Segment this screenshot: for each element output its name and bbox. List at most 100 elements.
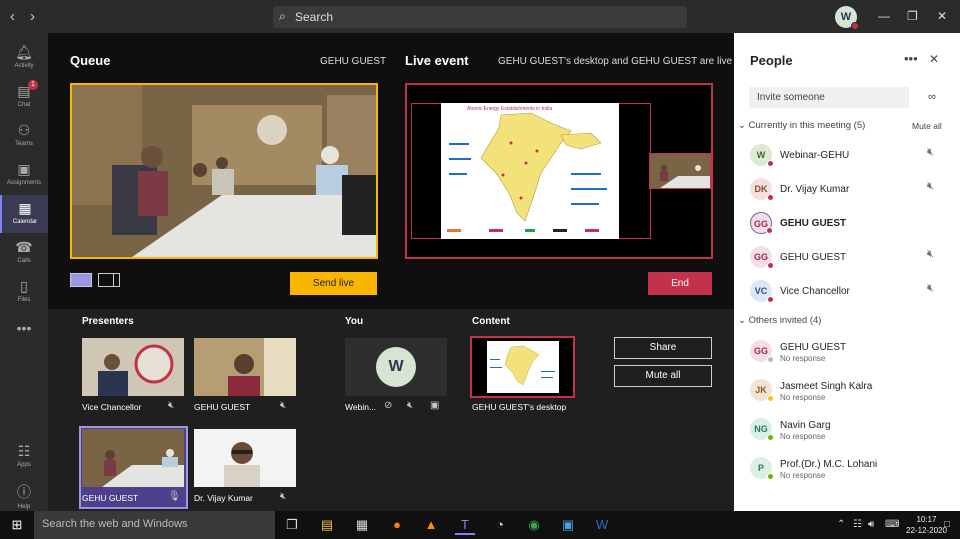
participant-row[interactable]: DK Dr. Vijay Kumar 🔇︎ [734, 174, 960, 208]
live-video[interactable]: Atomic Energy Establishments in India [405, 83, 713, 259]
more-options-icon[interactable]: ••• [904, 51, 918, 66]
input-icon[interactable]: ⌨ [885, 519, 899, 530]
mic-off-icon[interactable]: 🔇︎ [927, 248, 934, 261]
store-icon[interactable]: ▦ [352, 515, 372, 535]
participant-row[interactable]: W Webinar-GEHU 🔇︎ [734, 140, 960, 174]
rail-item-assignments[interactable]: ▣ Assignments [0, 156, 48, 194]
mic-off-icon[interactable]: 🔇︎ [927, 146, 934, 159]
network-icon[interactable]: ☷ [853, 519, 862, 530]
mic-off-icon[interactable]: 🔇︎ [407, 400, 413, 411]
help-icon: ⓘ [17, 484, 31, 500]
restore-icon[interactable]: ❐ [907, 9, 918, 23]
status-dot [767, 356, 774, 363]
status-dot [767, 395, 774, 402]
current-group-header[interactable]: ⌄ Currently in this meeting (5) [738, 120, 865, 131]
presenters-title: Presenters [82, 316, 134, 327]
notification-icon[interactable]: □ [944, 519, 950, 530]
volume-icon[interactable]: 🔊︎ [868, 519, 874, 530]
invited-row[interactable]: NG Navin Garg No response [734, 414, 960, 448]
rail-more-icon[interactable]: ••• [0, 315, 48, 339]
invited-name: Jasmeet Singh Kalra [780, 381, 873, 392]
camera-off-icon[interactable]: ⊘ [384, 400, 392, 411]
panel-mute-all-link[interactable]: Mute all [912, 121, 942, 131]
tray-chevron-icon[interactable]: ⌃ [837, 519, 845, 530]
app-window-icon[interactable]: ▣ [558, 515, 578, 535]
content-tile[interactable] [470, 336, 575, 398]
forward-arrow-icon[interactable]: › [30, 8, 35, 25]
avatar: GG [750, 246, 774, 269]
status-dot [767, 473, 774, 480]
participant-row[interactable]: GG GEHU GUEST [734, 208, 960, 242]
participant-name: Vice Chancellor [780, 286, 850, 297]
windows-start-icon[interactable]: ⊞ [7, 515, 27, 535]
app-icon[interactable]: ◔ [490, 515, 510, 535]
close-icon[interactable]: ✕ [929, 52, 939, 66]
file-explorer-icon[interactable]: ▤ [317, 515, 337, 535]
invited-row[interactable]: P Prof.(Dr.) M.C. Lohani No response [734, 453, 960, 487]
send-live-button[interactable]: Send live [290, 272, 377, 295]
teams-taskbar-icon[interactable]: T [455, 515, 475, 535]
mute-all-button[interactable]: Mute all [614, 365, 712, 387]
rail-item-teams[interactable]: ⚇ Teams [0, 117, 48, 155]
rail-item-calendar[interactable]: ▦ Calendar [0, 195, 48, 233]
rail-item-apps[interactable]: ☷ Apps [0, 438, 48, 476]
content-title: Content [472, 316, 510, 327]
presenter-name: GEHU GUEST [82, 493, 139, 503]
taskbar-search-input[interactable]: Search the web and Windows [34, 511, 275, 539]
invited-row[interactable]: JK Jasmeet Singh Kalra No response [734, 375, 960, 409]
avatar: JK [750, 379, 774, 402]
layout-single-button[interactable] [70, 273, 92, 287]
invited-name: GEHU GUEST [780, 342, 847, 353]
presenter-name: Vice Chancellor [82, 402, 142, 412]
word-icon[interactable]: W [592, 515, 612, 535]
minimize-icon[interactable]: — [878, 9, 890, 23]
avatar-initial: W [840, 11, 852, 23]
back-arrow-icon[interactable]: ‹ [10, 8, 15, 25]
rail-item-chat[interactable]: ▤ Chat 1 [0, 78, 48, 116]
chrome-icon[interactable]: ◉ [524, 515, 544, 535]
people-title: People [750, 53, 793, 68]
mic-off-icon[interactable]: 🔇︎ [927, 180, 934, 193]
task-view-icon[interactable]: ❐ [282, 515, 302, 535]
app-rail: 🔔︎ Activity ▤ Chat 1 ⚇ Teams ▣ Assignmen… [0, 33, 48, 511]
presenter-tile[interactable] [82, 429, 184, 487]
you-tile[interactable]: W [345, 338, 447, 396]
invite-input[interactable]: Invite someone [749, 87, 909, 108]
mic-off-icon: 🔇︎ [280, 400, 287, 411]
search-icon: ⌕ [279, 9, 286, 23]
avatar: VC [750, 280, 774, 303]
phone-icon: ☎ [15, 239, 33, 255]
vlc-icon[interactable]: ▲ [421, 515, 441, 535]
firefox-icon[interactable]: ● [387, 515, 407, 535]
link-icon[interactable]: ∞ [928, 91, 936, 103]
search-placeholder: Search [295, 10, 334, 24]
rail-item-help[interactable]: ⓘ Help [0, 477, 48, 515]
queue-video[interactable] [70, 83, 378, 259]
share-button[interactable]: Share [614, 337, 712, 359]
presenter-tile[interactable] [194, 429, 296, 487]
presenter-video-image [194, 429, 296, 487]
presenter-tile[interactable] [82, 338, 184, 396]
close-window-icon[interactable]: ✕ [937, 9, 947, 23]
others-group-header[interactable]: ⌄ Others invited (4) [738, 315, 821, 326]
invited-row[interactable]: GG GEHU GUEST No response [734, 336, 960, 370]
system-clock[interactable]: 10:17 22-12-2020 [906, 514, 947, 536]
participant-row[interactable]: GG GEHU GUEST 🔇︎ [734, 242, 960, 276]
rail-item-files[interactable]: ▯ Files [0, 273, 48, 311]
india-map-image [447, 112, 607, 232]
you-title: You [345, 316, 364, 327]
presenter-tile[interactable] [194, 338, 296, 396]
presenter-video-image [82, 429, 184, 487]
end-button[interactable]: End [648, 272, 712, 295]
search-input[interactable]: ⌕ Search [273, 6, 687, 28]
mic-off-icon[interactable]: 🔇︎ [927, 282, 934, 295]
invited-name: Navin Garg [780, 420, 831, 431]
camera-icon[interactable]: ▣ [430, 400, 439, 411]
user-avatar[interactable]: W [835, 6, 859, 30]
participant-row[interactable]: VC Vice Chancellor 🔇︎ [734, 276, 960, 310]
live-slide: Atomic Energy Establishments in India [441, 103, 619, 239]
rail-item-calls[interactable]: ☎ Calls [0, 234, 48, 272]
chat-icon: ▤ [17, 83, 31, 99]
rail-item-activity[interactable]: 🔔︎ Activity [0, 39, 48, 77]
layout-split-button[interactable] [98, 273, 120, 287]
